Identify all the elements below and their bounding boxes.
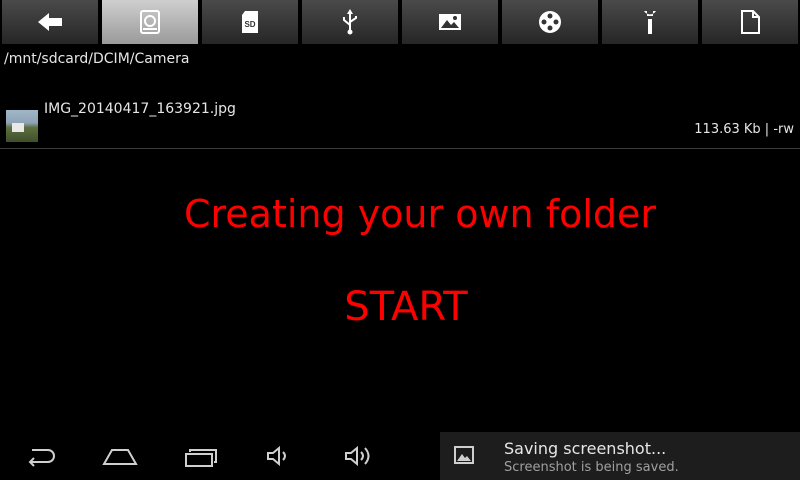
back-button[interactable]	[2, 0, 98, 44]
volume-down-icon	[267, 445, 286, 467]
usb-icon	[343, 9, 357, 35]
screenshot-notification[interactable]: Saving screenshot... Screenshot is being…	[440, 432, 800, 480]
images-button[interactable]	[402, 0, 498, 44]
videos-button[interactable]	[502, 0, 598, 44]
image-icon	[439, 14, 461, 30]
volume-down-button[interactable]	[258, 440, 298, 472]
wrench-icon	[644, 11, 656, 34]
overlay-heading: Creating your own folder	[183, 192, 657, 236]
nav-home-button[interactable]	[100, 440, 140, 472]
file-list-item[interactable]: IMG_20140417_163921.jpg 113.63 Kb | -rw	[0, 95, 800, 149]
image-icon	[454, 446, 474, 464]
back-arrow-icon	[38, 13, 62, 31]
image-thumbnail	[6, 110, 38, 142]
notification-title: Saving screenshot...	[504, 439, 667, 458]
sd-card-icon: SD	[242, 11, 258, 33]
notification-subtitle: Screenshot is being saved.	[504, 460, 679, 475]
volume-up-button[interactable]	[338, 440, 378, 472]
nav-back-button[interactable]	[20, 440, 60, 472]
usb-button[interactable]	[302, 0, 398, 44]
sd-label: SD	[244, 20, 255, 29]
top-toolbar: SD	[0, 0, 800, 46]
file-meta: 113.63 Kb | -rw	[694, 122, 794, 137]
volume-up-icon	[345, 445, 370, 467]
tools-button[interactable]	[602, 0, 698, 44]
start-label[interactable]: START	[0, 284, 800, 330]
internal-storage-button[interactable]	[102, 0, 198, 44]
recent-apps-icon	[185, 449, 217, 467]
file-name: IMG_20140417_163921.jpg	[44, 101, 236, 117]
document-button[interactable]	[702, 0, 798, 44]
nav-recent-apps-button[interactable]	[180, 440, 220, 472]
film-reel-icon	[539, 11, 561, 33]
internal-storage-icon	[140, 10, 160, 34]
home-icon	[102, 449, 138, 465]
document-icon	[741, 10, 760, 34]
back-icon	[28, 449, 55, 467]
current-path: /mnt/sdcard/DCIM/Camera	[4, 51, 190, 67]
sd-card-button[interactable]: SD	[202, 0, 298, 44]
